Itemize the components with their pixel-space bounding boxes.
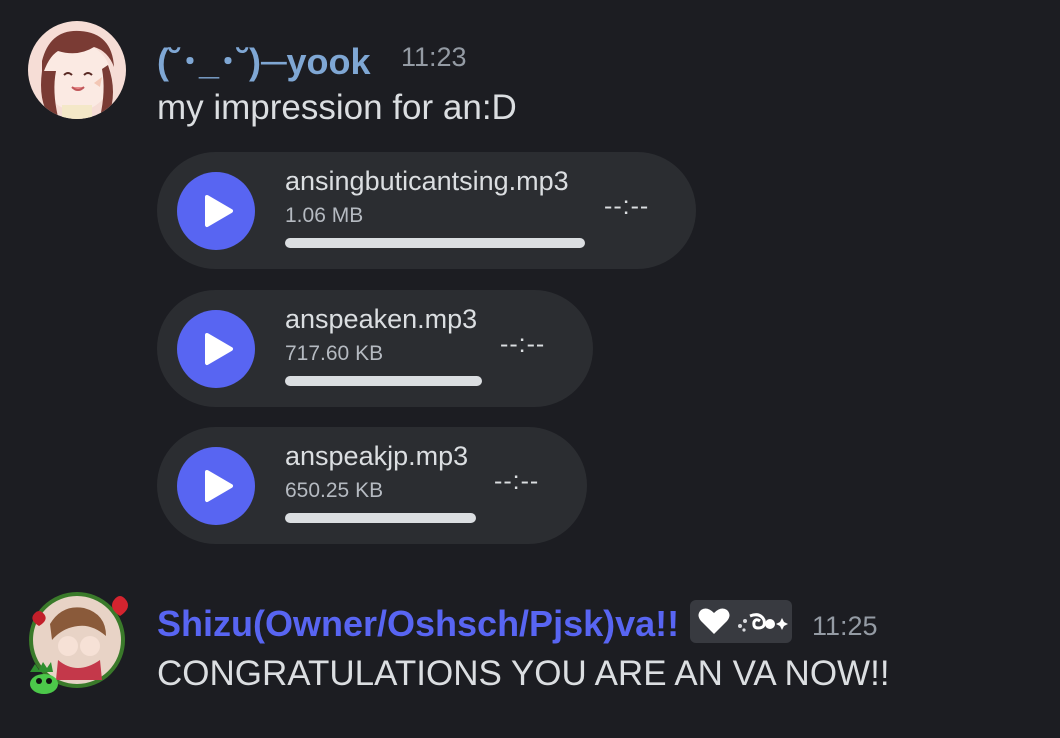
audio-filename[interactable]: ansingbuticantsing.mp3	[285, 166, 569, 197]
play-button[interactable]	[177, 310, 255, 388]
author-name[interactable]: Shizu(Owner/Oshsch/Pjsk)va!!	[157, 603, 679, 645]
message-text: my impression for an:D	[157, 88, 517, 127]
anime-girl-avatar-icon	[28, 21, 126, 119]
message-1: (˘･_･˘)─yook 11:23 my impression for an:…	[0, 0, 1060, 560]
audio-filesize: 717.60 KB	[285, 342, 384, 365]
message-timestamp: 11:23	[401, 42, 467, 72]
audio-progress-bar[interactable]	[285, 376, 482, 386]
play-button[interactable]	[177, 447, 255, 525]
message-text: CONGRATULATIONS YOU ARE AN VA NOW!!	[157, 654, 890, 693]
audio-duration: --:--	[500, 330, 546, 358]
audio-attachment: ansingbuticantsing.mp3 1.06 MB --:--	[157, 152, 696, 269]
audio-filesize: 1.06 MB	[285, 204, 364, 227]
audio-attachment: anspeaken.mp3 717.60 KB --:--	[157, 290, 593, 407]
audio-filesize: 650.25 KB	[285, 479, 384, 502]
play-icon	[204, 195, 233, 227]
audio-progress-bar[interactable]	[285, 513, 476, 523]
audio-filename[interactable]: anspeaken.mp3	[285, 304, 477, 335]
message-2: Shizu(Owner/Oshsch/Pjsk)va!! 11:25 CONGR…	[0, 570, 1060, 738]
play-icon	[204, 470, 233, 502]
audio-progress-bar[interactable]	[285, 238, 585, 248]
avatar[interactable]	[28, 592, 132, 696]
message-timestamp: 11:25	[812, 611, 878, 641]
heart-icon	[698, 608, 730, 634]
play-button[interactable]	[177, 172, 255, 250]
avatar-with-decoration-icon	[29, 592, 128, 694]
audio-duration: --:--	[494, 467, 540, 495]
audio-filename[interactable]: anspeakjp.mp3	[285, 441, 468, 472]
audio-duration: --:--	[604, 192, 650, 220]
role-tag[interactable]	[690, 600, 792, 643]
cloud-swirl-icon	[738, 613, 788, 632]
author-name[interactable]: (˘･_･˘)─yook	[157, 33, 371, 85]
audio-attachment: anspeakjp.mp3 650.25 KB --:--	[157, 427, 587, 544]
play-icon	[204, 333, 233, 365]
avatar[interactable]	[28, 21, 126, 119]
